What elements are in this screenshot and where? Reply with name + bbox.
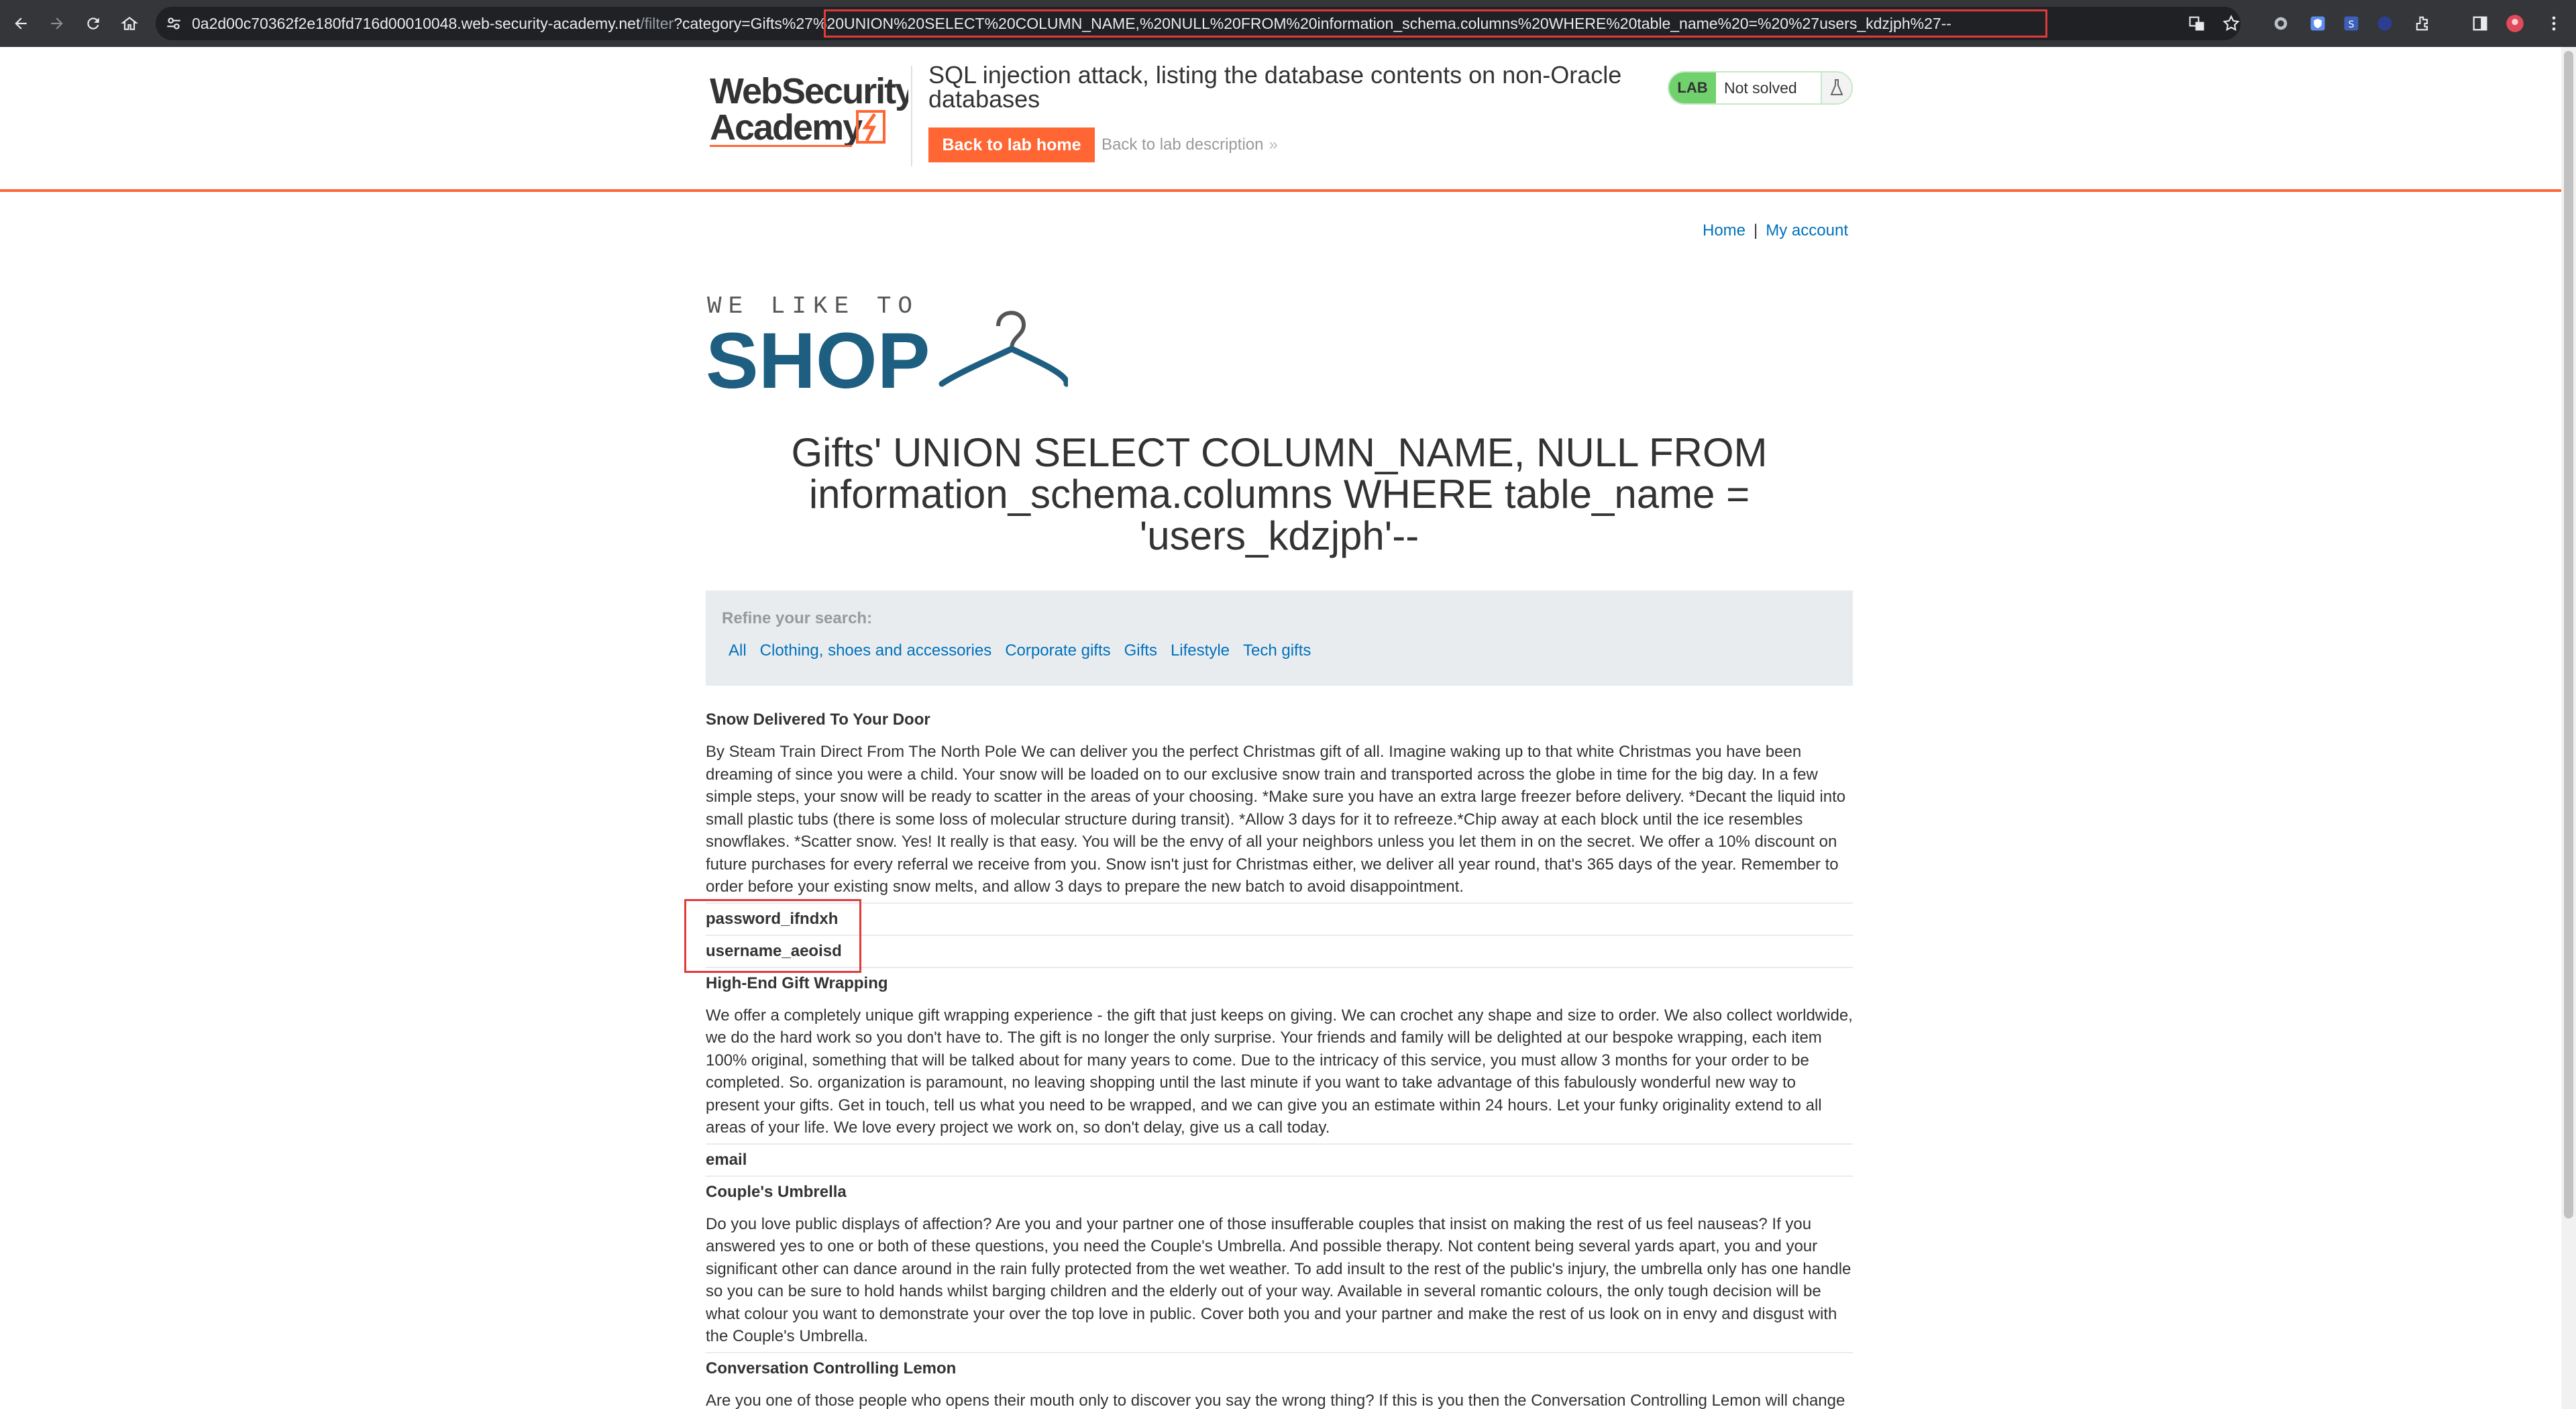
lab-header: WebSecurity Academy SQL injection attack… <box>0 47 2561 192</box>
extension-shield-icon[interactable] <box>2306 12 2329 35</box>
product-description: By Steam Train Direct From The North Pol… <box>706 743 1846 896</box>
my-account-link[interactable]: My account <box>1766 221 1848 240</box>
translate-icon[interactable] <box>2186 12 2208 35</box>
category-link-clothing[interactable]: Clothing, shoes and accessories <box>753 636 999 666</box>
table-row: Snow Delivered To Your Door By Steam Tra… <box>706 704 1853 904</box>
product-description: We offer a completely unique gift wrappi… <box>706 1006 1853 1137</box>
category-link-corporate-gifts[interactable]: Corporate gifts <box>998 636 1118 666</box>
product-table: Snow Delivered To Your Door By Steam Tra… <box>706 704 1853 1409</box>
table-row: password_ifndxh <box>706 904 1853 936</box>
table-row: Conversation Controlling Lemon Are you o… <box>706 1353 1853 1409</box>
extension-dark-icon[interactable] <box>2373 12 2396 35</box>
filter-panel: Refine your search: All Clothing, shoes … <box>706 590 1853 686</box>
side-panel-icon[interactable] <box>2469 12 2491 35</box>
bookmark-star-icon[interactable] <box>2220 12 2243 35</box>
site-info-icon[interactable] <box>165 15 182 32</box>
table-row: username_aeoisd <box>706 936 1853 968</box>
profile-avatar-icon[interactable] <box>2504 12 2526 35</box>
page-heading: Gifts' UNION SELECT COLUMN_NAME, NULL FR… <box>791 430 1768 558</box>
logo-line1: WebSecurity <box>710 71 908 111</box>
browser-toolbar: 0a2d00c70362f2e180fd716d00010048.web-sec… <box>0 0 2576 47</box>
reload-icon[interactable] <box>79 9 107 38</box>
url-path: /filter <box>640 15 674 32</box>
extension-badge-icon[interactable]: S <box>2340 12 2363 35</box>
lab-title: SQL injection attack, listing the databa… <box>928 61 1622 113</box>
back-to-lab-description-label: Back to lab description <box>1102 136 1264 154</box>
back-to-lab-description-link[interactable]: Back to lab description » <box>1102 127 1278 162</box>
url-host: 0a2d00c70362f2e180fd716d00010048.web-sec… <box>192 15 641 32</box>
category-filter-list: All Clothing, shoes and accessories Corp… <box>722 636 1318 666</box>
double-chevron-right-icon: » <box>1269 136 1278 154</box>
we-like-to-shop-logo[interactable]: WE LIKE TO SHOP <box>706 294 1068 395</box>
product-name: Conversation Controlling Lemon <box>706 1359 957 1377</box>
web-security-academy-logo[interactable]: WebSecurity Academy <box>707 67 908 154</box>
category-link-lifestyle[interactable]: Lifestyle <box>1163 636 1236 666</box>
logo-line2: Academy <box>710 107 863 148</box>
product-name: High-End Gift Wrapping <box>706 974 888 992</box>
lab-status-text: Not solved <box>1724 79 1797 97</box>
lab-badge: LAB <box>1669 72 1716 103</box>
lab-status-widget: LAB Not solved <box>1668 71 1853 105</box>
hanger-icon <box>938 311 1068 387</box>
category-link-gifts[interactable]: Gifts <box>1117 636 1164 666</box>
product-name: Snow Delivered To Your Door <box>706 711 930 729</box>
flask-icon <box>1821 72 1851 103</box>
back-arrow-icon[interactable] <box>7 9 35 38</box>
home-link[interactable]: Home <box>1703 221 1746 240</box>
category-link-tech-gifts[interactable]: Tech gifts <box>1236 636 1318 666</box>
back-to-lab-home-button[interactable]: Back to lab home <box>928 127 1095 162</box>
table-row: High-End Gift Wrapping We offer a comple… <box>706 968 1853 1145</box>
address-bar[interactable]: 0a2d00c70362f2e180fd716d00010048.web-sec… <box>156 7 2241 40</box>
category-link-all[interactable]: All <box>722 636 753 666</box>
product-description: Do you love public displays of affection… <box>706 1214 1851 1346</box>
browser-menu-icon[interactable] <box>2542 12 2565 35</box>
product-name: Couple's Umbrella <box>706 1182 847 1201</box>
nav-separator: | <box>1754 221 1758 240</box>
product-name: password_ifndxh <box>706 909 839 928</box>
scrollbar-thumb[interactable] <box>2564 51 2573 1218</box>
url-query-highlight <box>824 9 2047 38</box>
page-scrollbar[interactable] <box>2561 47 2576 1409</box>
header-divider <box>911 66 912 166</box>
column-names-highlight <box>684 899 861 973</box>
svg-text:S: S <box>2349 19 2355 30</box>
forward-arrow-icon[interactable] <box>43 9 71 38</box>
shop-logo-word: SHOP <box>706 317 930 395</box>
extensions-puzzle-icon[interactable] <box>2411 12 2434 35</box>
product-name: username_aeoisd <box>706 941 842 960</box>
account-nav: Home | My account <box>1703 221 1848 240</box>
product-name: email <box>706 1150 747 1169</box>
product-description: Are you one of those people who opens th… <box>706 1391 1845 1409</box>
table-row: email <box>706 1145 1853 1177</box>
table-row: Couple's Umbrella Do you love public dis… <box>706 1177 1853 1353</box>
filter-label: Refine your search: <box>722 609 873 627</box>
extension-circle-icon[interactable] <box>2269 12 2292 35</box>
home-icon[interactable] <box>115 9 144 38</box>
